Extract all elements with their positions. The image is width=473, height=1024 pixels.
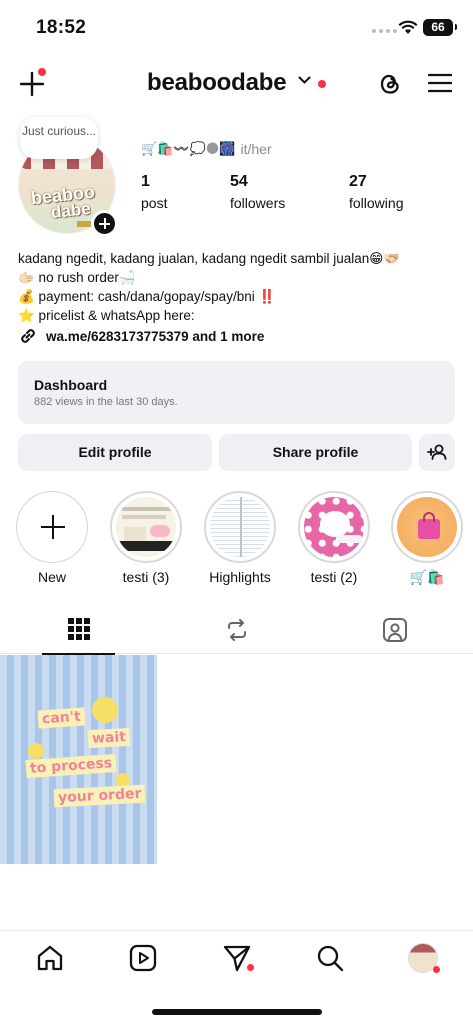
tab-tagged[interactable] — [316, 606, 473, 654]
highlight-label: testi (2) — [310, 569, 358, 585]
stat-followers[interactable]: 54 followers — [230, 173, 285, 211]
edit-profile-button[interactable]: Edit profile — [18, 434, 212, 471]
highlight-label: Highlights — [209, 569, 271, 585]
stat-posts-label: post — [141, 195, 168, 211]
profile-notification-dot — [433, 966, 440, 973]
chevron-down-icon[interactable] — [298, 76, 311, 85]
repost-icon — [227, 619, 246, 641]
wifi-icon — [398, 20, 418, 34]
highlight-item[interactable]: 🛒🛍️ — [388, 491, 466, 586]
home-icon[interactable] — [35, 943, 65, 973]
battery-icon: 66 — [423, 19, 457, 36]
add-story-icon[interactable] — [91, 210, 118, 237]
highlight-item[interactable]: Highlights — [201, 491, 279, 585]
chick-illustration — [28, 743, 44, 759]
profile-header: beaboodabe — [0, 60, 473, 108]
highlight-label: testi (3) — [122, 569, 170, 585]
stat-following-label: following — [349, 195, 404, 211]
highlight-item[interactable]: testi (2) — [295, 491, 373, 585]
bio-link-text[interactable]: wa.me/6283173775379 and 1 more — [46, 329, 264, 344]
add-person-icon — [427, 444, 447, 460]
signal-icon — [372, 29, 397, 33]
account-notification-dot — [318, 80, 326, 88]
notification-dot — [38, 68, 46, 76]
stat-following-count: 27 — [349, 173, 367, 190]
tagged-person-icon — [382, 618, 407, 642]
tab-posts-grid[interactable] — [0, 606, 157, 655]
home-indicator[interactable] — [152, 1009, 322, 1015]
avatar-logo-text-2: dabe — [50, 198, 92, 223]
stat-followers-label: followers — [230, 195, 286, 211]
post-text: your order — [53, 784, 146, 808]
reels-icon[interactable] — [128, 943, 158, 973]
bio-line: ⭐ pricelist & whatsApp here: — [18, 308, 195, 323]
stat-posts[interactable]: 1 post — [141, 173, 167, 211]
status-bar: 18:52 66 — [0, 0, 473, 56]
stat-posts-count: 1 — [141, 173, 150, 190]
dashboard-subtitle: 882 views in the last 30 days. — [34, 396, 178, 408]
new-highlight-plus-icon — [16, 491, 88, 563]
highlight-new[interactable]: New — [13, 491, 91, 585]
username[interactable]: beaboodabe — [147, 69, 287, 97]
highlight-label: New — [37, 569, 66, 585]
status-time: 18:52 — [36, 17, 87, 38]
search-icon[interactable] — [315, 943, 345, 973]
post-text: wait — [87, 727, 131, 749]
share-profile-button[interactable]: Share profile — [219, 434, 412, 471]
pronouns: it/her — [240, 141, 272, 157]
post-thumbnail[interactable]: can't wait to process your order — [0, 655, 157, 864]
bottom-navigation — [0, 930, 473, 986]
menu-icon[interactable] — [428, 72, 452, 94]
profile-tabs — [0, 606, 473, 655]
profile-note[interactable]: Just curious... — [20, 117, 98, 159]
tab-reposts[interactable] — [158, 606, 315, 654]
threads-icon[interactable] — [376, 70, 404, 98]
chick-illustration — [92, 697, 118, 723]
bio-line: kadang ngedit, kadang jualan, kadang nge… — [18, 251, 401, 266]
post-text: can't — [37, 707, 86, 729]
discover-people-button[interactable] — [419, 434, 455, 471]
bio-line: 💰 payment: cash/dana/gopay/spay/bni ‼️ — [18, 287, 458, 306]
bio-line: 🫱🏻 no rush order🛁 — [18, 270, 136, 285]
dashboard-title: Dashboard — [34, 377, 108, 393]
profile-bio: kadang ngedit, kadang jualan, kadang nge… — [18, 249, 458, 325]
profile-name-row: 🛒🛍️〰️💭🌑🎆 it/her — [141, 141, 272, 157]
link-icon — [21, 329, 35, 343]
bio-text: 💰 payment: cash/dana/gopay/spay/bni — [18, 289, 259, 304]
messages-notification-dot — [247, 964, 254, 971]
bio-link[interactable]: wa.me/6283173775379 and 1 more — [18, 326, 264, 346]
double-exclamation-icon: ‼️ — [258, 289, 276, 304]
highlight-item[interactable]: testi (3) — [107, 491, 185, 585]
stat-followers-count: 54 — [230, 173, 248, 190]
professional-dashboard[interactable]: Dashboard 882 views in the last 30 days. — [18, 361, 455, 424]
stat-following[interactable]: 27 following — [349, 173, 403, 211]
profile-emojis: 🛒🛍️〰️💭🌑🎆 — [141, 141, 236, 156]
grid-icon — [67, 618, 90, 640]
highlight-label: 🛒🛍️ — [409, 569, 445, 585]
